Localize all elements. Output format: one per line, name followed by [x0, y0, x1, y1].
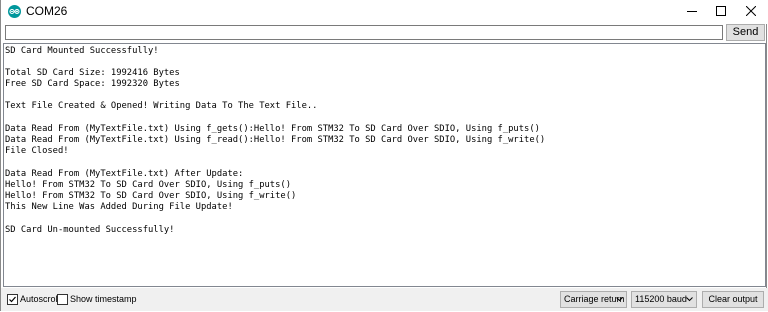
close-icon	[746, 6, 756, 16]
maximize-icon	[716, 6, 726, 16]
send-input[interactable]	[5, 25, 723, 40]
output-line: Data Read From (MyTextFile.txt) After Up…	[5, 169, 244, 179]
show-timestamp-label[interactable]: Show timestamp	[70, 293, 137, 306]
chevron-down-icon	[616, 297, 623, 302]
chevron-down-icon	[686, 297, 693, 302]
line-ending-select[interactable]: Carriage return	[560, 291, 627, 308]
output-line: File Closed!	[5, 146, 69, 156]
output-line: This New Line Was Added During File Upda…	[5, 202, 233, 212]
arduino-icon	[8, 5, 21, 18]
clear-output-button[interactable]: Clear output	[702, 291, 764, 308]
output-line: SD Card Un-mounted Successfully!	[5, 225, 175, 235]
serial-output[interactable]: SD Card Mounted Successfully! Total SD C…	[3, 43, 766, 287]
minimize-icon	[687, 11, 697, 12]
output-line: Data Read From (MyTextFile.txt) Using f_…	[5, 124, 540, 134]
send-bar: Send	[1, 24, 768, 43]
output-line: SD Card Mounted Successfully!	[5, 46, 159, 56]
title-bar: COM26	[1, 0, 768, 24]
output-line: Hello! From STM32 To SD Card Over SDIO, …	[5, 180, 291, 190]
output-line: Data Read From (MyTextFile.txt) Using f_…	[5, 135, 546, 145]
autoscroll-checkbox[interactable]	[7, 294, 18, 305]
baud-rate-select[interactable]: 115200 baud	[631, 291, 697, 308]
minimize-button[interactable]	[677, 0, 707, 22]
send-button[interactable]: Send	[726, 24, 765, 41]
output-line: Hello! From STM32 To SD Card Over SDIO, …	[5, 191, 297, 201]
maximize-button[interactable]	[706, 0, 736, 22]
checkmark-icon	[9, 296, 16, 303]
baud-rate-value: 115200 baud	[635, 294, 687, 304]
window-title: COM26	[26, 4, 68, 18]
show-timestamp-checkbox[interactable]	[57, 294, 68, 305]
output-line: Text File Created & Opened! Writing Data…	[5, 101, 318, 111]
output-line: Total SD Card Size: 1992416 Bytes	[5, 68, 180, 78]
close-button[interactable]	[736, 0, 766, 22]
serial-monitor-window: COM26 Send SD Card Mounted Successfully!…	[0, 0, 768, 311]
output-line: Free SD Card Space: 1992320 Bytes	[5, 79, 180, 89]
autoscroll-label[interactable]: Autoscroll	[20, 293, 60, 306]
bottom-bar: Autoscroll Show timestamp Carriage retur…	[1, 288, 768, 311]
